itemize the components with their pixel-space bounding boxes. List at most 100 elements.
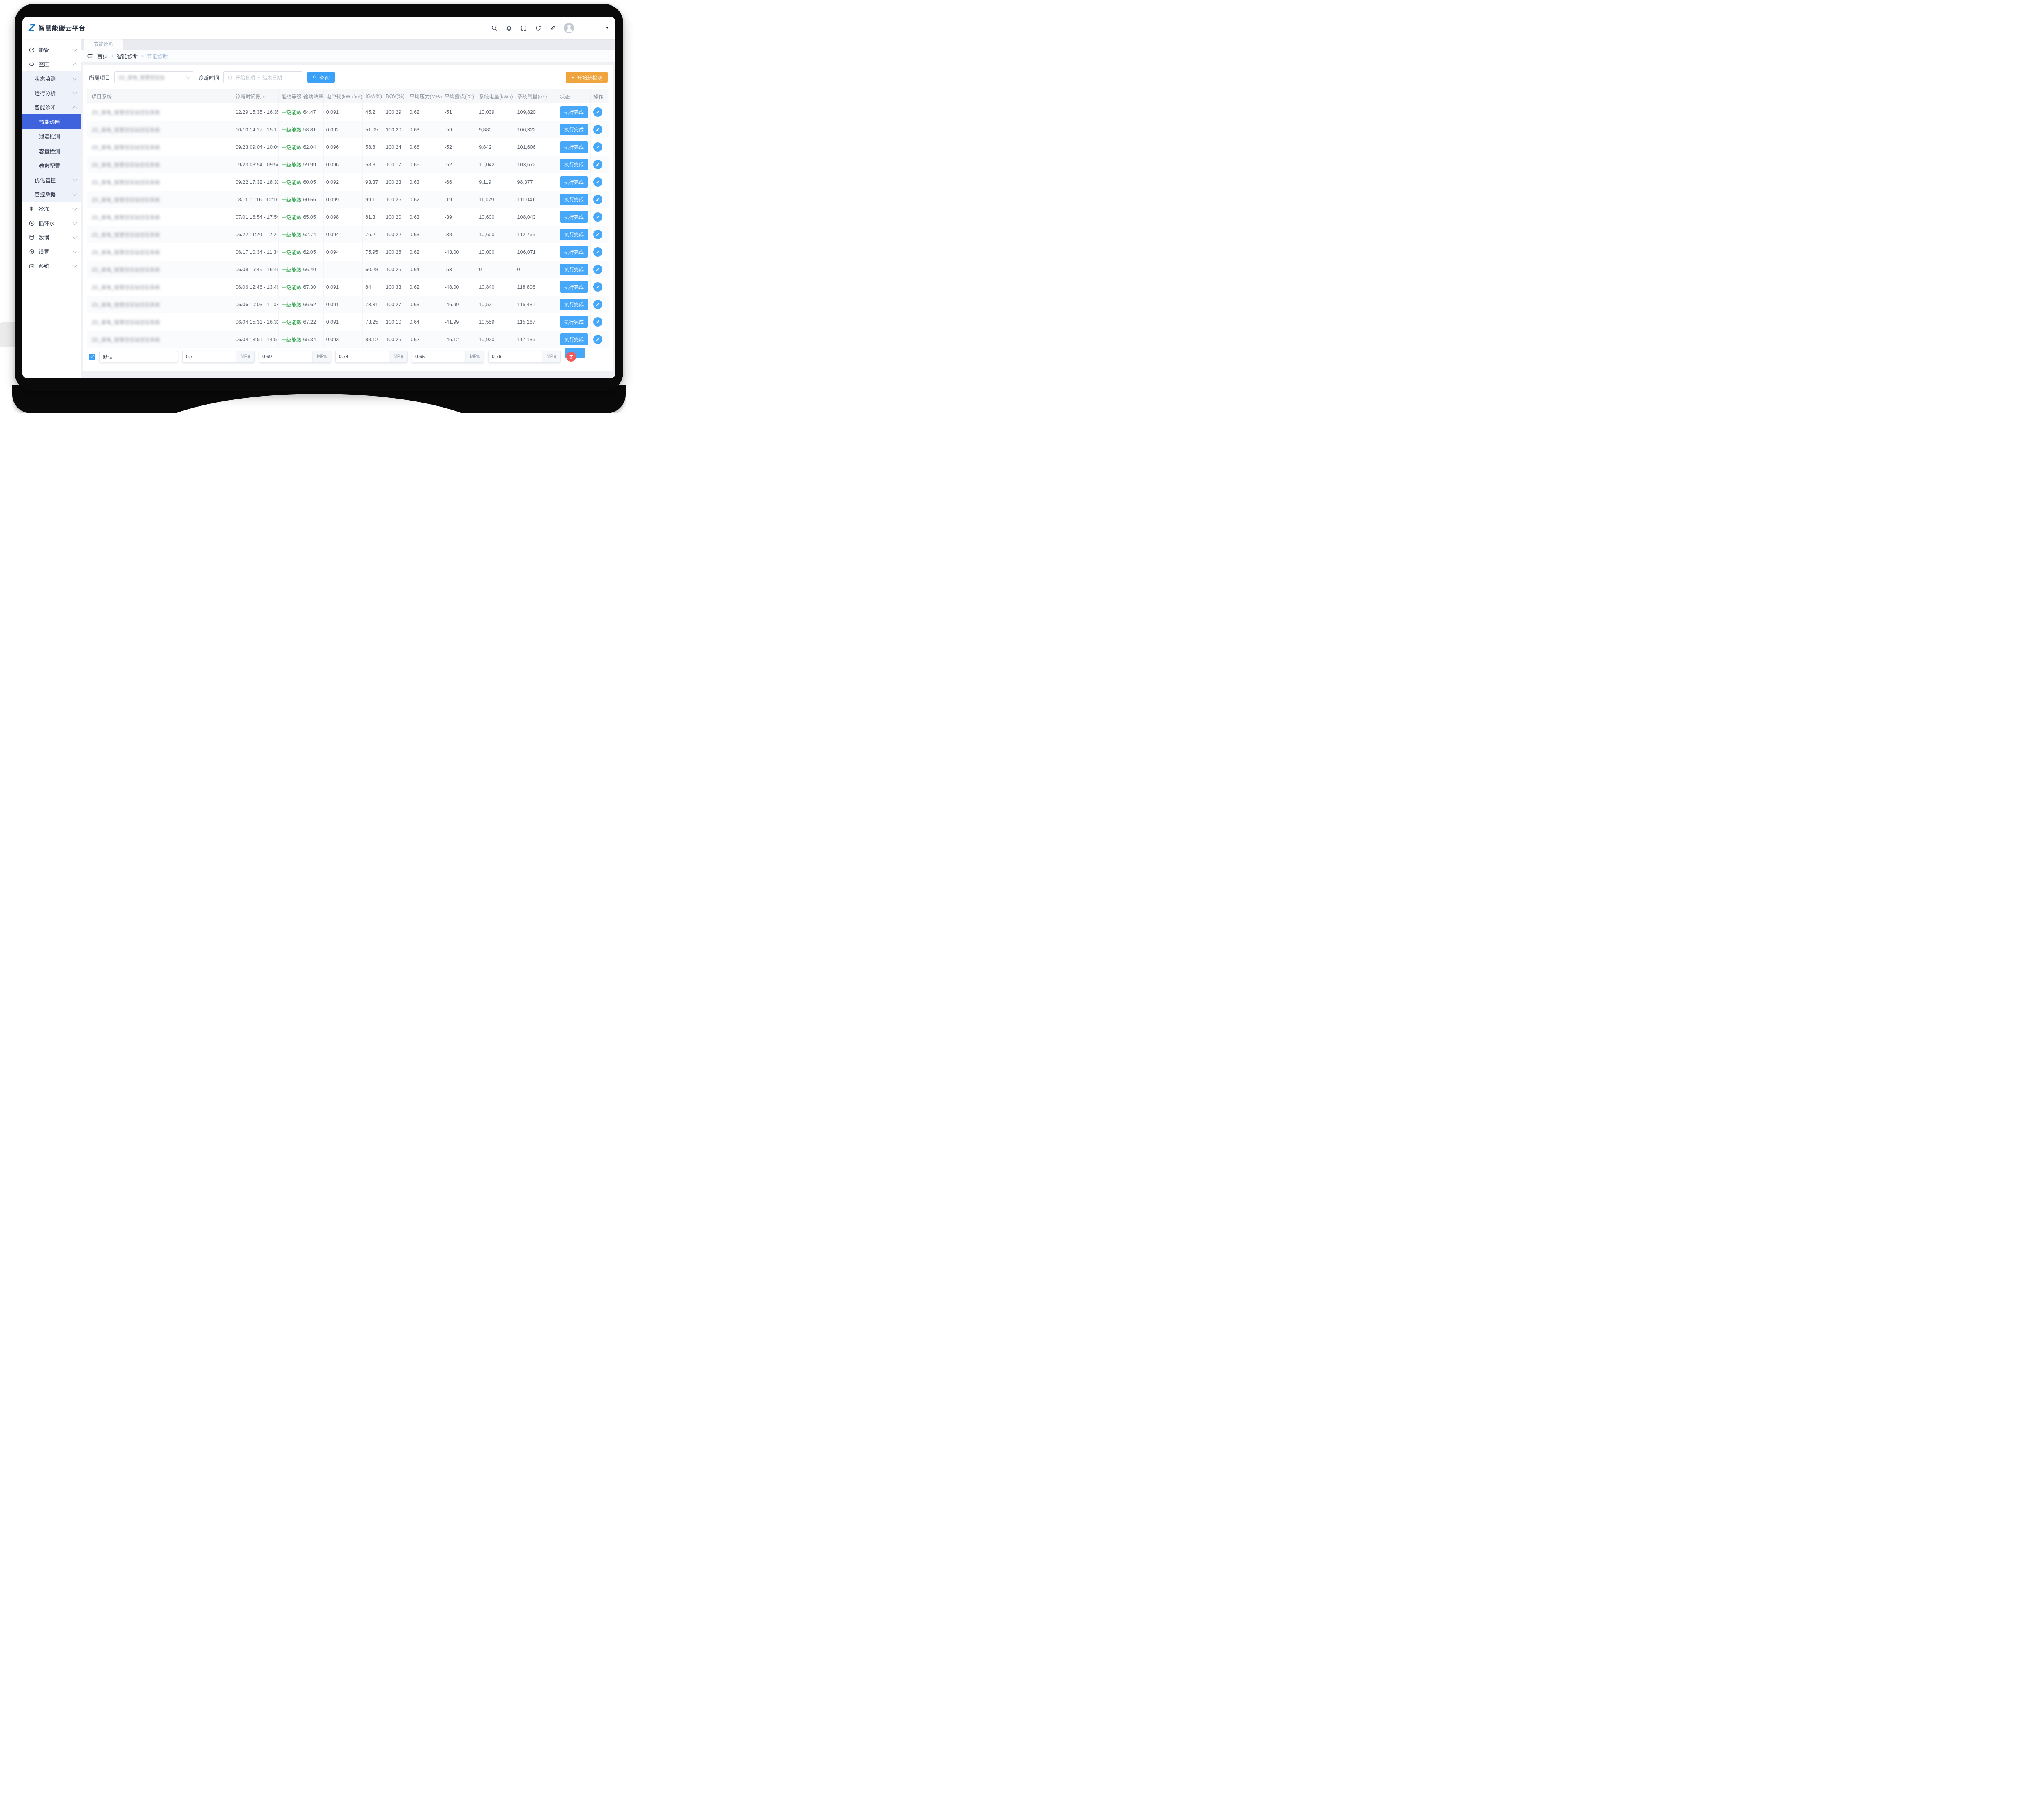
energy-grade-badge: 一级能效 [281, 110, 301, 116]
breadcrumb-home[interactable]: 首页 [97, 52, 108, 60]
edit-button[interactable] [593, 282, 602, 292]
sidebar-item-refrigeration[interactable]: ❄ 冷冻 [22, 202, 81, 216]
refresh-icon[interactable] [535, 24, 541, 31]
sidebar-item-leak-detection[interactable]: 泄漏检测 [22, 129, 81, 144]
start-new-detection-button[interactable]: + 开始新检测 [566, 72, 608, 83]
status-button[interactable]: 执行完成 [560, 194, 588, 205]
col-period[interactable]: 诊断时间段▲▼ [233, 89, 278, 103]
sidebar-item-status-monitoring[interactable]: 状态监测 [22, 72, 81, 86]
sidebar-item-circulating-water[interactable]: 循环水 [22, 216, 81, 230]
sidebar-item-energy-mgmt[interactable]: 能管 [22, 43, 81, 57]
param-name-input[interactable] [99, 351, 178, 362]
breadcrumb-intelligent-diagnosis[interactable]: 智能诊断 [117, 52, 138, 60]
edit-button[interactable] [593, 107, 602, 117]
project-name: ZD_某电_智慧空压站空压系统 [92, 267, 160, 273]
bell-icon[interactable] [505, 24, 512, 31]
cell-gas: 98,377 [515, 173, 557, 191]
cell-efficiency: 62.04 [301, 138, 323, 156]
sidebar-item-energy-saving-diagnosis[interactable]: 节能诊断 [22, 114, 81, 129]
cell-project: ZD_某电_智慧空压站空压系统 [87, 156, 233, 173]
sidebar-item-capacity-detection[interactable]: 容量检测 [22, 144, 81, 158]
status-button[interactable]: 执行完成 [560, 176, 588, 188]
tab-bar: 节能诊断 [81, 39, 615, 50]
edit-button[interactable] [593, 212, 602, 222]
pressure-input[interactable] [412, 351, 465, 362]
sidebar-item-parameter-config[interactable]: 参数配置 [22, 158, 81, 173]
edit-button[interactable] [593, 230, 602, 239]
cell-operation [591, 313, 609, 331]
edit-pen-icon[interactable] [549, 24, 556, 31]
sort-icon[interactable]: ▲▼ [262, 96, 265, 99]
pressure-input-group: MPa [412, 351, 484, 363]
dropdown-caret-icon[interactable]: ▼ [605, 26, 609, 30]
header-actions: ▼ [491, 23, 609, 33]
sidebar-item-data[interactable]: 数据 [22, 230, 81, 244]
status-button[interactable]: 执行完成 [560, 246, 588, 258]
status-button[interactable]: 执行完成 [560, 299, 588, 310]
status-button[interactable]: 执行完成 [560, 106, 588, 118]
status-button[interactable]: 执行完成 [560, 333, 588, 345]
settings-icon [28, 248, 35, 255]
edit-button[interactable] [593, 195, 602, 204]
query-button[interactable]: 查询 [307, 72, 335, 83]
pressure-input[interactable] [183, 351, 236, 362]
status-button[interactable]: 执行完成 [560, 124, 588, 135]
cell-gas: 117,135 [515, 331, 557, 348]
status-button[interactable]: 执行完成 [560, 281, 588, 293]
edit-button[interactable] [593, 300, 602, 309]
status-button[interactable]: 执行完成 [560, 316, 588, 328]
pressure-input-group: MPa [335, 351, 408, 363]
edit-button[interactable] [593, 160, 602, 169]
sidebar-item-optimization-control[interactable]: 优化管控 [22, 173, 81, 187]
energy-grade-badge: 一级能效 [281, 232, 301, 238]
fullscreen-icon[interactable] [520, 24, 527, 31]
sidebar-item-intelligent-diagnosis[interactable]: 智能诊断 [22, 100, 81, 114]
sidebar-item-control-data[interactable]: 管控数据 [22, 187, 81, 201]
edit-button[interactable] [593, 265, 602, 274]
trash-icon [569, 354, 574, 359]
edit-button[interactable] [593, 247, 602, 257]
pressure-input[interactable] [336, 351, 389, 362]
avatar[interactable] [564, 23, 574, 33]
cell-efficiency: 59.99 [301, 156, 323, 173]
project-select[interactable]: ZD_某电_智慧空压站 [114, 71, 194, 83]
search-icon[interactable] [491, 24, 498, 31]
cell-gas: 101,606 [515, 138, 557, 156]
cell-avg-pressure: 0.63 [407, 226, 442, 243]
cell-grade: 一级能效 [279, 208, 301, 226]
edit-button[interactable] [593, 317, 602, 327]
sidebar-item-system[interactable]: 系统 [22, 259, 81, 273]
cell-project: ZD_某电_智慧空压站空压系统 [87, 103, 233, 121]
cell-operation [591, 278, 609, 296]
energy-grade-badge: 一级能效 [281, 302, 301, 308]
cell-status: 执行完成 [557, 191, 590, 208]
project-name: ZD_某电_智慧空压站空压系统 [92, 145, 160, 150]
table-row: ZD_某电_智慧空压站空压系统08/11 11:16 - 12:16一级能效60… [87, 191, 609, 208]
cell-gas: 0 [515, 261, 557, 278]
param-checkbox[interactable] [89, 354, 95, 360]
sidebar-item-air-compression[interactable]: 空压 [22, 57, 81, 71]
chevron-down-icon [186, 74, 190, 79]
date-range-picker[interactable]: 开始日期 - 结束日期 [223, 71, 303, 83]
pressure-input[interactable] [489, 351, 542, 362]
status-button[interactable]: 执行完成 [560, 211, 588, 223]
status-button[interactable]: 执行完成 [560, 141, 588, 153]
edit-button[interactable] [593, 335, 602, 344]
edit-button[interactable] [593, 142, 602, 152]
sidebar-item-operation-analysis[interactable]: 运行分析 [22, 86, 81, 100]
status-button[interactable]: 执行完成 [560, 229, 588, 240]
edit-button[interactable] [593, 177, 602, 187]
status-button[interactable]: 执行完成 [560, 264, 588, 275]
cell-gas: 115,481 [515, 296, 557, 313]
sidebar-item-settings[interactable]: 设置 [22, 244, 81, 259]
cell-energy: 10,920 [476, 331, 515, 348]
content-card: 所属项目 ZD_某电_智慧空压站 诊断时间 开始日期 - 结束日期 [83, 65, 613, 371]
pressure-input[interactable] [259, 351, 312, 362]
cell-avg-pressure: 0.62 [407, 278, 442, 296]
cell-period: 06/06 12:46 - 13:46 [233, 278, 278, 296]
status-button[interactable]: 执行完成 [560, 159, 588, 170]
edit-button[interactable] [593, 125, 602, 134]
tab-energy-saving-diagnosis[interactable]: 节能诊断 [84, 39, 123, 50]
collapse-menu-icon[interactable] [87, 52, 94, 59]
delete-button[interactable] [566, 352, 576, 362]
